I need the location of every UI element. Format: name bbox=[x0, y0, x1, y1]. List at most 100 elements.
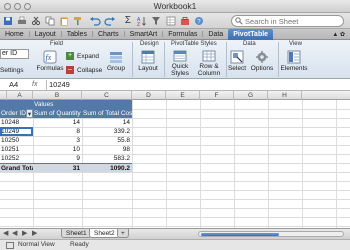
quick-styles-button[interactable]: Quick Styles bbox=[166, 50, 194, 77]
pivot-quantity-header: Sum of Quantity bbox=[33, 109, 82, 118]
fx-label[interactable]: fx bbox=[32, 80, 37, 90]
tab-layout[interactable]: Layout bbox=[30, 29, 61, 40]
tab-smartart[interactable]: SmartArt bbox=[125, 29, 163, 40]
column-header[interactable]: A bbox=[7, 91, 33, 100]
fx-icon: fx bbox=[43, 50, 57, 64]
horizontal-scrollbar[interactable] bbox=[198, 231, 344, 237]
grand-total-quantity[interactable]: 31 bbox=[33, 163, 82, 172]
pivot-row-label[interactable]: 10248 bbox=[0, 118, 33, 127]
add-sheet-button[interactable]: + bbox=[117, 229, 129, 238]
options-button[interactable]: Options bbox=[250, 50, 274, 72]
tab-charts[interactable]: Charts bbox=[93, 29, 124, 40]
pivot-row-label[interactable]: 10252 bbox=[0, 154, 33, 163]
grid-line bbox=[0, 181, 350, 182]
column-header[interactable]: B bbox=[33, 91, 82, 100]
toolbox-icon[interactable] bbox=[179, 15, 191, 26]
formulas-button[interactable]: fx Formulas bbox=[36, 50, 64, 72]
filter-icon[interactable] bbox=[150, 15, 162, 26]
pivot-quantity-value[interactable]: 10 bbox=[33, 145, 82, 154]
pivot-cost-value[interactable]: 583.2 bbox=[82, 154, 132, 163]
grid-line bbox=[132, 100, 133, 228]
column-header[interactable]: C bbox=[82, 91, 132, 100]
field-name-input[interactable]: er ID bbox=[0, 49, 29, 59]
field-settings-button[interactable]: Settings bbox=[0, 67, 24, 74]
expand-field-button[interactable]: + Expand bbox=[66, 52, 99, 60]
tab-tables[interactable]: Tables bbox=[62, 29, 92, 40]
select-icon bbox=[230, 50, 244, 64]
layout-icon bbox=[141, 50, 155, 64]
format-painter-icon[interactable] bbox=[72, 15, 84, 26]
column-header[interactable]: F bbox=[200, 91, 234, 100]
row-filter-dropdown-icon[interactable]: ▾ bbox=[26, 109, 33, 118]
row-column-button[interactable]: Row & Column bbox=[193, 50, 225, 77]
select-all-corner[interactable] bbox=[0, 91, 7, 100]
collapse-label: Collapse bbox=[77, 66, 103, 74]
redo-icon[interactable] bbox=[103, 15, 117, 26]
column-header-row: A B C D E F G H bbox=[0, 91, 350, 100]
scrollbar-thumb[interactable] bbox=[201, 233, 279, 236]
column-header[interactable]: E bbox=[166, 91, 200, 100]
pivot-values-label: Values bbox=[33, 100, 132, 109]
tab-data[interactable]: Data bbox=[203, 29, 228, 40]
pivot-row-label[interactable]: 10251 bbox=[0, 145, 33, 154]
quick-styles-icon bbox=[173, 50, 187, 62]
view-mode-label: Normal View bbox=[18, 241, 55, 248]
group-divider bbox=[132, 42, 133, 77]
expand-icon: + bbox=[66, 52, 74, 60]
tab-pivottable[interactable]: PivotTable bbox=[228, 29, 274, 40]
save-icon[interactable] bbox=[2, 15, 14, 26]
grand-total-cost[interactable]: 1090.2 bbox=[82, 163, 132, 172]
collapse-ribbon-icon[interactable]: ▲ ✿ bbox=[327, 29, 350, 40]
pivot-cost-value[interactable]: 55.8 bbox=[82, 136, 132, 145]
worksheet-grid[interactable]: Values Order ID ▾ Sum of Quantity Sum of… bbox=[0, 100, 350, 228]
search-box[interactable] bbox=[231, 15, 344, 27]
tab-home[interactable]: Home bbox=[0, 29, 29, 40]
select-button[interactable]: Select bbox=[226, 50, 248, 72]
help-icon[interactable]: ? bbox=[193, 15, 205, 26]
scroll-first-sheet-icon[interactable]: ◀ bbox=[3, 229, 8, 237]
group-button[interactable]: Group bbox=[103, 50, 129, 72]
grid-line bbox=[0, 226, 350, 227]
column-header[interactable]: G bbox=[234, 91, 268, 100]
collapse-field-button[interactable]: – Collapse bbox=[66, 66, 102, 74]
pivot-cost-value[interactable]: 98 bbox=[82, 145, 132, 154]
scroll-prev-sheet-icon[interactable]: ◀ bbox=[12, 229, 17, 237]
pivot-quantity-value[interactable]: 9 bbox=[33, 154, 82, 163]
sheet-tab-sheet1[interactable]: Sheet1 bbox=[61, 229, 92, 238]
pivot-cost-value[interactable]: 14 bbox=[82, 118, 132, 127]
pivot-quantity-value[interactable]: 14 bbox=[33, 118, 82, 127]
group-label: Group bbox=[106, 65, 126, 72]
scroll-next-sheet-icon[interactable]: ▶ bbox=[22, 229, 27, 237]
formula-input[interactable]: 10249 bbox=[46, 80, 70, 90]
group-title-pivot-styles: PivotTable Styles bbox=[171, 41, 217, 47]
pivot-quantity-value[interactable]: 8 bbox=[33, 127, 82, 136]
collapse-icon: – bbox=[66, 66, 74, 74]
pivot-row-field-header[interactable]: Order ID bbox=[0, 109, 26, 118]
layout-button[interactable]: Layout bbox=[135, 50, 161, 72]
svg-text:Z: Z bbox=[137, 22, 140, 26]
normal-view-icon[interactable] bbox=[6, 242, 14, 249]
name-box[interactable]: A4 bbox=[1, 80, 31, 90]
column-header[interactable]: D bbox=[132, 91, 166, 100]
sheet-tab-sheet2[interactable]: Sheet2 bbox=[89, 229, 120, 238]
active-cell[interactable]: 10249 bbox=[0, 127, 33, 136]
copy-icon[interactable] bbox=[44, 15, 56, 26]
autosum-icon[interactable]: Σ bbox=[121, 15, 135, 26]
undo-icon[interactable] bbox=[88, 15, 102, 26]
pivot-quantity-value[interactable]: 3 bbox=[33, 136, 82, 145]
pivot-cost-header: Sum of Total Cost bbox=[82, 109, 132, 118]
sort-icon[interactable]: AZ bbox=[136, 15, 148, 26]
expand-label: Expand bbox=[77, 52, 100, 60]
print-icon[interactable] bbox=[16, 15, 28, 26]
cut-icon[interactable] bbox=[30, 15, 42, 26]
pivot-cost-value[interactable]: 339.2 bbox=[82, 127, 132, 136]
search-input[interactable] bbox=[243, 16, 338, 26]
pivot-row-label[interactable]: 10250 bbox=[0, 136, 33, 145]
scroll-last-sheet-icon[interactable]: ▶ bbox=[32, 229, 37, 237]
elements-button[interactable]: Elements bbox=[280, 50, 308, 72]
grid-line bbox=[166, 100, 167, 228]
gallery-icon[interactable] bbox=[165, 15, 177, 26]
paste-icon[interactable] bbox=[58, 15, 70, 26]
column-header[interactable]: H bbox=[268, 91, 302, 100]
tab-formulas[interactable]: Formulas bbox=[163, 29, 202, 40]
